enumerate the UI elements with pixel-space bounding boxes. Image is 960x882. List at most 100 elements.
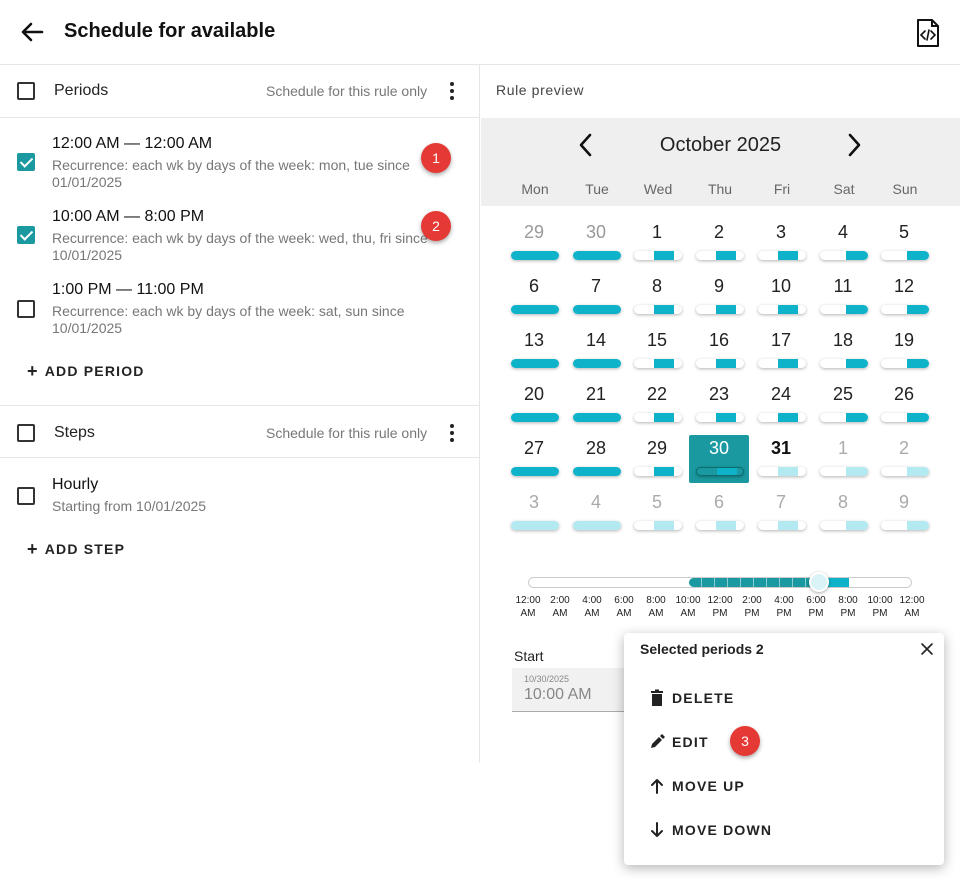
edit-label: EDIT <box>672 734 709 750</box>
next-month-icon[interactable] <box>842 130 866 160</box>
steps-title: Steps <box>54 424 95 441</box>
move-up-button[interactable]: MOVE UP <box>648 775 928 803</box>
move-down-button[interactable]: MOVE DOWN <box>648 819 928 847</box>
back-arrow-icon[interactable] <box>18 18 46 46</box>
periods-title: Periods <box>54 82 109 99</box>
day-number: 19 <box>893 330 915 350</box>
availability-bar <box>696 359 744 368</box>
calendar-day[interactable]: 20 <box>504 381 564 429</box>
menu-title: Selected periods 2 <box>640 641 764 657</box>
calendar-day[interactable]: 15 <box>627 327 687 375</box>
availability-fill <box>511 359 559 368</box>
calendar-day[interactable]: 31 <box>751 435 811 483</box>
delete-button[interactable]: DELETE <box>648 687 928 715</box>
calendar-day[interactable]: 25 <box>813 381 873 429</box>
calendar-day[interactable]: 7 <box>751 489 811 537</box>
calendar-day[interactable]: 1 <box>627 219 687 267</box>
period-checkbox[interactable] <box>17 300 35 318</box>
calendar-day[interactable]: 8 <box>627 273 687 321</box>
period-checkbox[interactable] <box>17 226 35 244</box>
calendar-day[interactable]: 21 <box>566 381 626 429</box>
period-checkbox[interactable] <box>17 153 35 171</box>
move-down-label: MOVE DOWN <box>672 822 773 838</box>
availability-fill <box>573 521 621 530</box>
time-tick-time: 4:00 <box>582 595 602 606</box>
periods-more-icon[interactable] <box>449 82 455 102</box>
add-step-button[interactable]: + ADD STEP <box>27 539 125 560</box>
calendar-day[interactable]: 4 <box>566 489 626 537</box>
day-number: 5 <box>898 222 909 242</box>
calendar-day[interactable]: 9 <box>689 273 749 321</box>
calendar-day[interactable]: 23 <box>689 381 749 429</box>
edit-button[interactable]: EDIT <box>648 731 928 759</box>
day-number: 27 <box>523 438 545 458</box>
calendar-day[interactable]: 24 <box>751 381 811 429</box>
calendar-day[interactable]: 7 <box>566 273 626 321</box>
calendar-day[interactable]: 6 <box>504 273 564 321</box>
step-checkbox[interactable] <box>17 487 35 505</box>
slider-range-extension <box>829 578 849 587</box>
calendar-day[interactable]: 4 <box>813 219 873 267</box>
month-title: October 2025 <box>659 134 782 156</box>
calendar-day[interactable]: 17 <box>751 327 811 375</box>
availability-bar <box>573 521 621 530</box>
calendar-day[interactable]: 29 <box>627 435 687 483</box>
calendar-day[interactable]: 18 <box>813 327 873 375</box>
steps-scope-note: Schedule for this rule only <box>266 425 428 441</box>
calendar-day[interactable]: 16 <box>689 327 749 375</box>
calendar-day[interactable]: 9 <box>874 489 934 537</box>
calendar-day[interactable]: 19 <box>874 327 934 375</box>
day-number: 16 <box>708 330 730 350</box>
calendar-day[interactable]: 3 <box>504 489 564 537</box>
slider-handle[interactable] <box>809 572 829 592</box>
calendar-day[interactable]: 30 <box>689 435 749 483</box>
steps-select-all-checkbox[interactable] <box>17 424 35 442</box>
availability-bar <box>881 251 929 260</box>
code-file-icon[interactable] <box>914 18 942 48</box>
time-tick-meridiem: AM <box>552 608 568 619</box>
availability-fill <box>907 521 929 530</box>
availability-fill <box>778 359 798 368</box>
calendar-day[interactable]: 8 <box>813 489 873 537</box>
time-tick-time: 2:00 <box>550 595 570 606</box>
steps-more-icon[interactable] <box>449 424 455 444</box>
calendar-day[interactable]: 11 <box>813 273 873 321</box>
calendar-day[interactable]: 22 <box>627 381 687 429</box>
day-number: 30 <box>585 222 607 242</box>
calendar-day[interactable]: 14 <box>566 327 626 375</box>
availability-fill <box>907 359 929 368</box>
periods-select-all-checkbox[interactable] <box>17 82 35 100</box>
calendar-day[interactable]: 6 <box>689 489 749 537</box>
availability-fill <box>573 251 621 260</box>
calendar-day[interactable]: 12 <box>874 273 934 321</box>
time-tick-meridiem: AM <box>584 608 600 619</box>
availability-bar <box>820 305 868 314</box>
calendar-day[interactable]: 5 <box>874 219 934 267</box>
availability-bar <box>758 413 806 422</box>
start-datetime-field[interactable]: 10/30/2025 10:00 AM <box>512 668 632 712</box>
calendar-day[interactable]: 1 <box>813 435 873 483</box>
add-period-button[interactable]: + ADD PERIOD <box>27 361 145 382</box>
availability-bar <box>758 359 806 368</box>
calendar-day[interactable]: 29 <box>504 219 564 267</box>
step-title: Hourly <box>52 476 99 493</box>
calendar-day[interactable]: 5 <box>627 489 687 537</box>
calendar-day[interactable]: 2 <box>689 219 749 267</box>
calendar-day[interactable]: 10 <box>751 273 811 321</box>
close-icon[interactable] <box>920 642 934 656</box>
period-since: 10/01/2025 <box>52 247 123 263</box>
calendar-day[interactable]: 27 <box>504 435 564 483</box>
availability-fill <box>511 521 559 530</box>
time-tick-meridiem: PM <box>744 608 760 619</box>
availability-bar <box>634 521 682 530</box>
calendar-day[interactable]: 28 <box>566 435 626 483</box>
calendar-day[interactable]: 3 <box>751 219 811 267</box>
calendar-day[interactable]: 30 <box>566 219 626 267</box>
time-range-slider[interactable] <box>528 572 912 592</box>
calendar-day[interactable]: 26 <box>874 381 934 429</box>
calendar-day[interactable]: 13 <box>504 327 564 375</box>
weekday-label: Thu <box>707 181 733 197</box>
day-number: 29 <box>646 438 668 458</box>
calendar-day[interactable]: 2 <box>874 435 934 483</box>
availability-fill <box>716 359 736 368</box>
